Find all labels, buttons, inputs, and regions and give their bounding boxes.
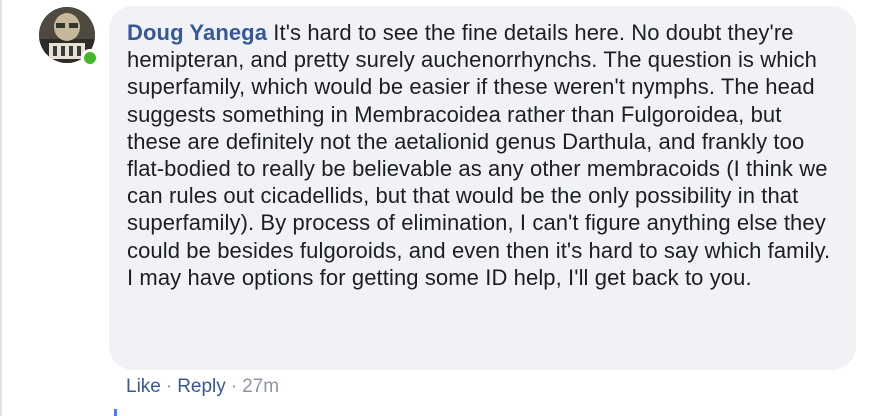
online-status-icon <box>81 49 99 67</box>
comment-actions: Like · Reply · 27m <box>126 375 279 399</box>
comment-timestamp[interactable]: 27m <box>242 376 279 397</box>
comment-thread: Doug Yanega It's hard to see the fine de… <box>0 0 890 416</box>
like-button[interactable]: Like <box>126 376 161 397</box>
action-separator: · <box>230 376 238 397</box>
reply-button[interactable]: Reply <box>177 376 226 397</box>
action-separator: · <box>165 376 173 397</box>
avatar-container[interactable] <box>39 7 99 67</box>
reply-thread-indicator <box>114 409 117 416</box>
author-name-link[interactable]: Doug Yanega <box>127 20 267 45</box>
thread-line <box>0 0 2 416</box>
comment-bubble: Doug Yanega It's hard to see the fine de… <box>109 6 856 370</box>
comment-body: It's hard to see the fine details here. … <box>127 20 831 290</box>
comment-text: Doug Yanega It's hard to see the fine de… <box>127 19 838 291</box>
